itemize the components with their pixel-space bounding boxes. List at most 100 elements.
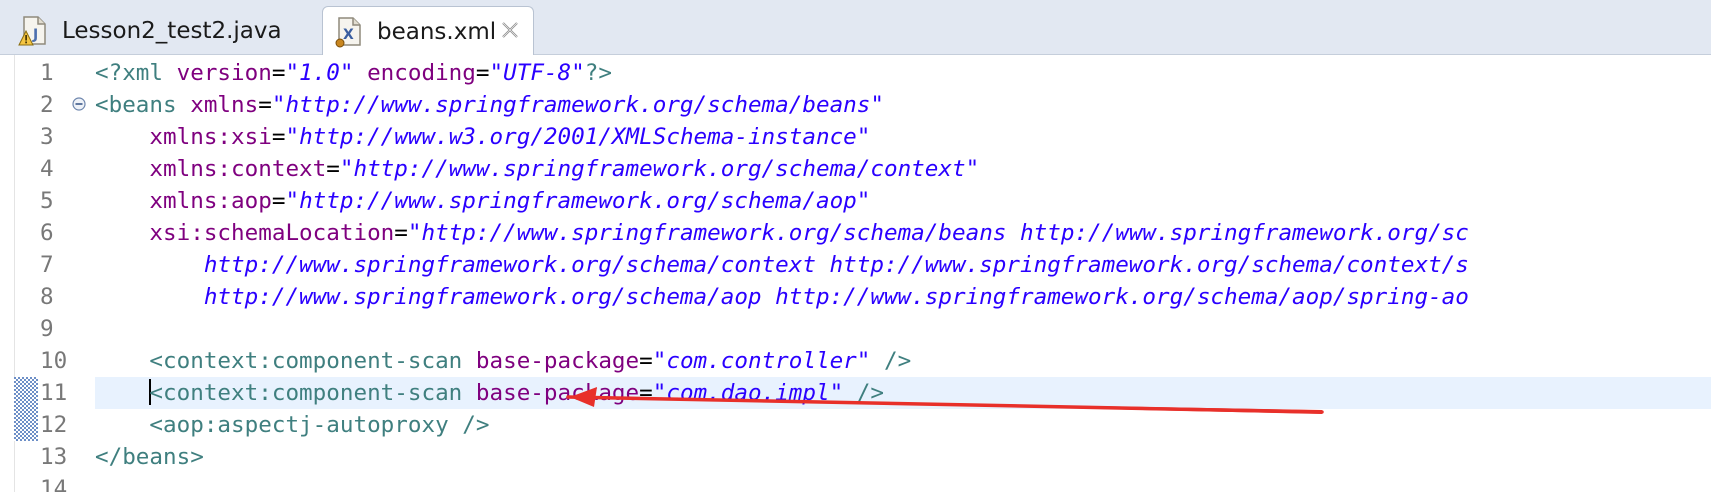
- xml-file-icon: X: [335, 16, 361, 47]
- token-pi: <?xml: [95, 60, 164, 86]
- code-line[interactable]: 1 <?xml version="1.0" encoding="UTF-8"?>: [0, 57, 1711, 89]
- code-text: xmlns:aop="http://www.springframework.or…: [95, 185, 1711, 217]
- change-marker: [14, 377, 38, 409]
- code-line[interactable]: 2 <beans xmlns="http://www.springframewor…: [0, 89, 1711, 121]
- code-text: <context:component-scan base-package="co…: [95, 377, 1711, 409]
- line-number: 3: [40, 124, 54, 150]
- code-line[interactable]: 4 xmlns:context="http://www.springframew…: [0, 153, 1711, 185]
- token-tag: <context:component-scan: [149, 380, 463, 406]
- line-number: 10: [40, 348, 68, 374]
- code-line[interactable]: 6 xsi:schemaLocation="http://www.springf…: [0, 217, 1711, 249]
- java-file-warning-icon: J: [18, 15, 46, 45]
- code-line[interactable]: 3 xmlns:xsi="http://www.w3.org/2001/XMLS…: [0, 121, 1711, 153]
- token-val: "1.0": [285, 60, 354, 86]
- token-attr: encoding: [353, 60, 476, 86]
- code-line[interactable]: 9: [0, 313, 1711, 345]
- code-text: xmlns:context="http://www.springframewor…: [95, 153, 1711, 185]
- code-line[interactable]: 13 </beans>: [0, 441, 1711, 473]
- tab-label: beans.xml: [377, 18, 497, 45]
- line-number: 12: [40, 412, 68, 438]
- line-number: 7: [40, 252, 54, 278]
- token-tag: <beans: [95, 92, 177, 118]
- token-val: http://www.springframework.org/schema/ao…: [203, 284, 1469, 310]
- change-marker: [14, 409, 38, 441]
- code-line[interactable]: 5 xmlns:aop="http://www.springframework.…: [0, 185, 1711, 217]
- token-val: "http://www.springframework.org/schema/c…: [339, 156, 980, 182]
- code-line[interactable]: 12 <aop:aspectj-autoproxy />: [0, 409, 1711, 441]
- editor-tab-bar: J Lesson2_test2.java X beans.xml: [0, 0, 1711, 56]
- xml-source-editor[interactable]: 1 <?xml version="1.0" encoding="UTF-8"?> 2…: [0, 55, 1711, 492]
- code-text: <aop:aspectj-autoproxy />: [95, 409, 1711, 441]
- token-punct: =: [326, 156, 340, 182]
- token-tag: />: [843, 380, 884, 406]
- token-val: "http://www.springframework.org/schema/b…: [271, 92, 884, 118]
- tab-beans-xml[interactable]: X beans.xml: [322, 6, 534, 56]
- token-attr: xmlns: [176, 92, 259, 118]
- code-text: <?xml version="1.0" encoding="UTF-8"?>: [95, 57, 1711, 89]
- token-punct: =: [271, 60, 286, 86]
- line-number: 14: [40, 476, 68, 492]
- token-attr: base-package: [462, 348, 640, 374]
- code-text: http://www.springframework.org/schema/co…: [95, 249, 1711, 281]
- token-val: "UTF-8": [489, 60, 585, 86]
- line-number: 1: [40, 60, 54, 86]
- token-punct: =: [639, 348, 653, 374]
- code-line[interactable]: 8 http://www.springframework.org/schema/…: [0, 281, 1711, 313]
- token-tag: />: [870, 348, 912, 374]
- token-punct: =: [271, 188, 286, 214]
- token-attr: base-package: [462, 380, 640, 406]
- token-pi: ?>: [584, 60, 612, 86]
- code-text: <context:component-scan base-package="co…: [95, 345, 1711, 377]
- token-attr: xsi:schemaLocation: [149, 220, 395, 246]
- code-text: http://www.springframework.org/schema/ao…: [95, 281, 1711, 313]
- code-line[interactable]: 10 <context:component-scan base-package=…: [0, 345, 1711, 377]
- token-punct: =: [639, 380, 653, 406]
- token-punct: =: [394, 220, 408, 246]
- token-val: "com.dao.impl": [652, 380, 844, 406]
- token-val: http://www.springframework.org/schema/co…: [203, 252, 1469, 278]
- tab-lesson2-test2-java[interactable]: J Lesson2_test2.java: [8, 6, 316, 55]
- code-line[interactable]: 11 <context:component-scan base-package=…: [0, 377, 1711, 409]
- token-punct: =: [475, 60, 490, 86]
- token-attr: version: [163, 60, 272, 86]
- code-text: </beans>: [95, 441, 1711, 473]
- code-line[interactable]: 14: [0, 473, 1711, 492]
- token-tag: <aop:aspectj-autoproxy: [149, 412, 449, 438]
- line-number: 6: [40, 220, 54, 246]
- code-text: xsi:schemaLocation="http://www.springfra…: [95, 217, 1711, 249]
- code-text: <beans xmlns="http://www.springframework…: [95, 89, 1711, 121]
- line-number: 2: [40, 92, 54, 118]
- line-number: 11: [40, 380, 68, 406]
- token-val: "com.controller": [652, 348, 871, 374]
- tab-label: Lesson2_test2.java: [62, 17, 282, 44]
- token-punct: =: [271, 124, 286, 150]
- token-val: "http://www.w3.org/2001/XMLSchema-instan…: [285, 124, 871, 150]
- token-attr: xmlns:context: [149, 156, 327, 182]
- fold-collapse-icon[interactable]: [72, 97, 86, 111]
- svg-text:X: X: [343, 27, 354, 43]
- line-number: 13: [40, 444, 68, 470]
- token-tag: </beans>: [95, 444, 204, 470]
- code-text: xmlns:xsi="http://www.w3.org/2001/XMLSch…: [95, 121, 1711, 153]
- token-tag: <context:component-scan: [149, 348, 463, 374]
- code-line[interactable]: 7 http://www.springframework.org/schema/…: [0, 249, 1711, 281]
- line-number: 9: [40, 316, 54, 342]
- line-number: 4: [40, 156, 54, 182]
- token-attr: xmlns:xsi: [149, 124, 272, 150]
- token-val: "http://www.springframework.org/schema/b…: [407, 220, 1469, 246]
- close-icon[interactable]: [499, 19, 521, 41]
- line-number: 8: [40, 284, 54, 310]
- token-attr: xmlns:aop: [149, 188, 272, 214]
- token-punct: =: [258, 92, 272, 118]
